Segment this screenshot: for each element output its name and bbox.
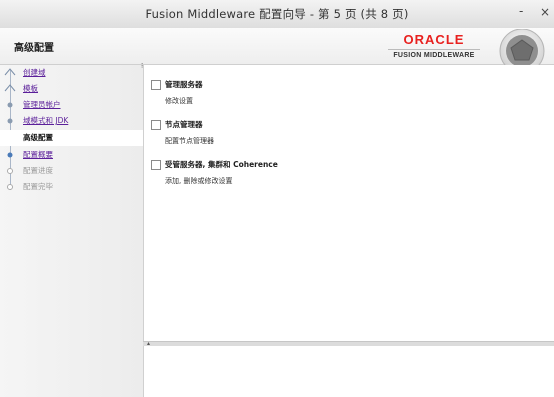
sidebar-step-config-summary[interactable]: 配置概要 — [0, 147, 143, 163]
sidebar-step-config-progress: 配置进度 — [0, 163, 143, 179]
close-button[interactable]: × — [540, 5, 550, 19]
node-manager-checkbox[interactable] — [151, 120, 161, 130]
page-title: 高级配置 — [14, 43, 54, 54]
oracle-logo: ORACLE FUSION MIDDLEWARE — [388, 33, 480, 59]
option-description: 添加, 删除或修改设置 — [165, 177, 233, 185]
sidebar-step-config-complete: 配置完毕 — [0, 179, 143, 195]
option-description: 修改设置 — [165, 97, 193, 105]
sidebar-step-label: 高级配置 — [23, 133, 53, 142]
sidebar-step-admin-account[interactable]: 管理员帐户 — [0, 97, 143, 113]
sidebar-step-templates[interactable]: 模板 — [0, 81, 143, 97]
sidebar-step-domain-mode-jdk[interactable]: 域模式和 JDK — [0, 113, 143, 129]
wizard-steps-sidebar: 创建域 模板 管理员帐户 域模式和 JDK 高级配置 配置概要 配置进度 配置完… — [0, 65, 143, 397]
sidebar-step-label: 配置进度 — [23, 166, 53, 175]
admin-server-checkbox[interactable] — [151, 80, 161, 90]
window-title: Fusion Middleware 配置向导 - 第 5 页 (共 8 页) — [145, 7, 409, 21]
advanced-config-panel: 管理服务器 修改设置 节点管理器 配置节点管理器 受管服务器, 集群和 Cohe… — [143, 65, 554, 341]
managed-servers-checkbox[interactable] — [151, 160, 161, 170]
option-name: 节点管理器 — [165, 120, 203, 129]
sidebar-step-create-domain[interactable]: 创建域 — [0, 65, 143, 81]
sidebar-step-label[interactable]: 配置概要 — [23, 149, 53, 160]
log-panel — [143, 346, 554, 397]
sidebar-step-label[interactable]: 域模式和 JDK — [23, 115, 68, 126]
option-description: 配置节点管理器 — [165, 137, 214, 145]
wizard-header: 高级配置 ORACLE FUSION MIDDLEWARE — [0, 28, 554, 65]
window-titlebar: Fusion Middleware 配置向导 - 第 5 页 (共 8 页) -… — [0, 0, 554, 29]
pentagon-emblem-icon — [499, 29, 545, 65]
oracle-logo-text: ORACLE — [403, 32, 465, 47]
sidebar-step-advanced-config[interactable]: 高级配置 — [0, 130, 143, 146]
option-name: 管理服务器 — [165, 80, 203, 89]
sidebar-step-label: 配置完毕 — [23, 182, 53, 191]
sidebar-step-label[interactable]: 管理员帐户 — [23, 99, 61, 110]
sidebar-step-label[interactable]: 创建域 — [23, 67, 46, 78]
option-name: 受管服务器, 集群和 Coherence — [165, 160, 278, 169]
minimize-button[interactable]: - — [519, 4, 523, 18]
fusion-middleware-logo-text: FUSION MIDDLEWARE — [388, 49, 480, 59]
sidebar-step-label[interactable]: 模板 — [23, 83, 38, 94]
